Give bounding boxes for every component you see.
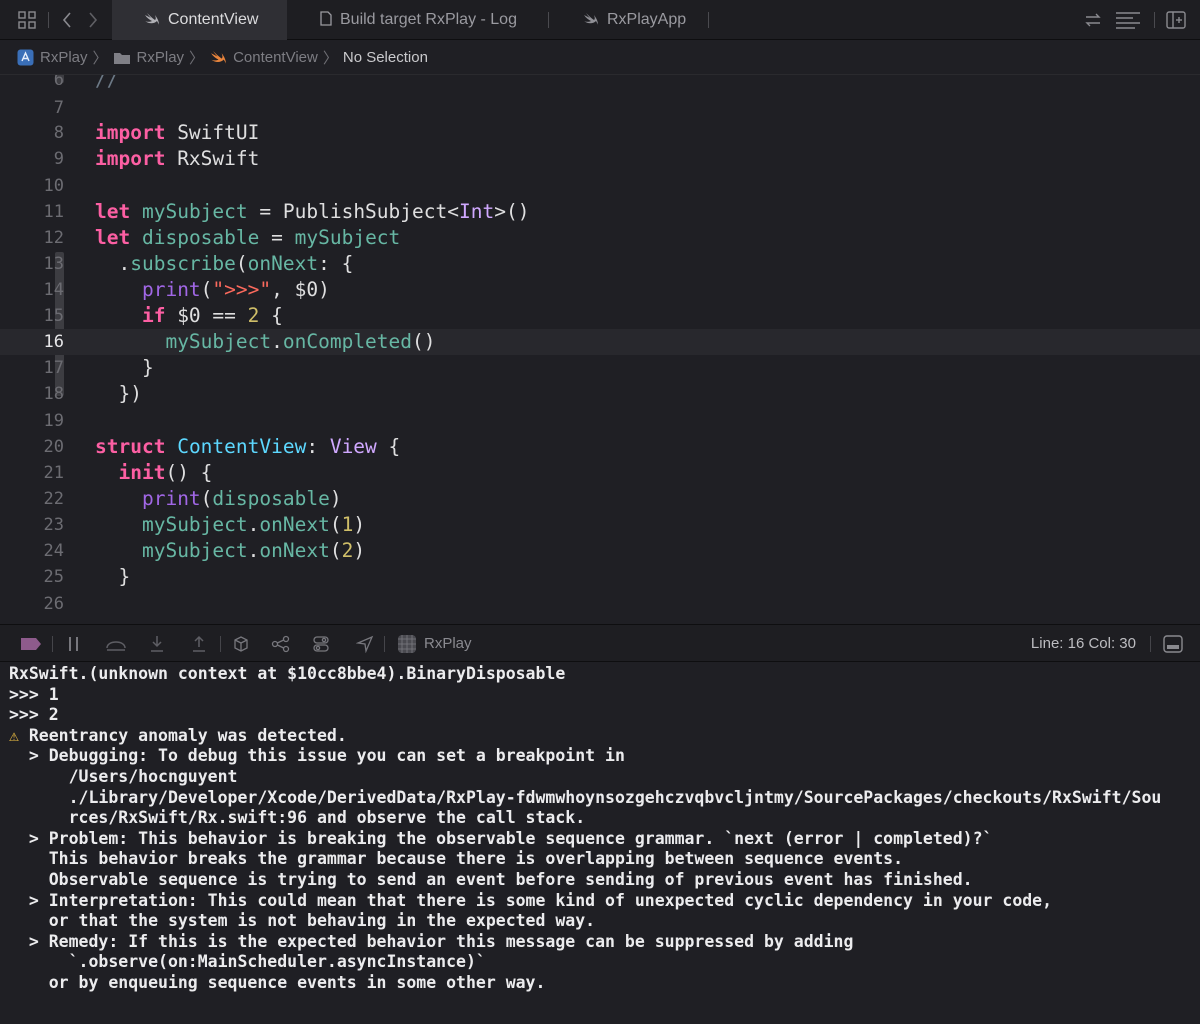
tab-label: ContentView — [168, 11, 259, 28]
step-over-icon[interactable] — [104, 634, 128, 654]
console-output[interactable]: RxSwift.(unknown context at $10cc8bbe4).… — [0, 662, 1200, 1024]
code-line: 26 — [43, 594, 64, 614]
code-line: 18 }) — [43, 382, 142, 405]
warning-icon: ⚠ — [9, 725, 19, 745]
debug-target-label: RxPlay — [424, 635, 472, 652]
divider — [48, 12, 49, 28]
add-editor-icon[interactable] — [1164, 8, 1188, 32]
grid-menu-icon[interactable] — [16, 8, 38, 32]
line-col-indicator: Line: 16 Col: 30 — [1030, 635, 1136, 652]
code-line-current: 16 mySubject.onCompleted() — [0, 329, 1200, 355]
code-editor[interactable]: 6// 7 8 import SwiftUI 9 import RxSwift 10… — [0, 75, 1200, 624]
tab-label: Build target RxPlay - Log — [340, 11, 517, 28]
tab-build-log[interactable]: Build target RxPlay - Log — [320, 0, 550, 40]
related-items-icon[interactable] — [1082, 8, 1104, 32]
swift-icon — [209, 49, 227, 67]
console-line: > Remedy: If this is the expected behavi… — [9, 931, 854, 951]
breadcrumb-file[interactable]: ContentView — [209, 49, 318, 67]
app-target-icon — [396, 634, 418, 654]
hide-debug-area-icon[interactable] — [1162, 634, 1184, 654]
breadcrumb-project[interactable]: RxPlay — [16, 49, 88, 67]
breadcrumb-chevron-icon: 〉 — [92, 50, 108, 67]
console-line: or by enqueuing sequence events in some … — [9, 972, 546, 992]
code-line: 14 print(">>>", $0) — [43, 278, 330, 301]
breadcrumb-chevron-icon: 〉 — [322, 50, 338, 67]
code-line: 21 init() { — [43, 461, 213, 484]
code-line: 15 if $0 == 2 { — [43, 304, 283, 327]
code-line: 25 } — [43, 565, 131, 588]
swift-icon — [583, 12, 599, 29]
step-into-icon[interactable] — [146, 634, 168, 654]
code-line: 8 import SwiftUI — [53, 121, 260, 144]
folder-icon — [113, 49, 131, 67]
console-line: Observable sequence is trying to send an… — [9, 869, 973, 889]
memory-graph-icon[interactable] — [270, 634, 292, 654]
tab-label: RxPlayApp — [607, 11, 687, 28]
breadcrumb-folder[interactable]: RxPlay — [113, 49, 184, 67]
code-line: 22 print(disposable) — [43, 487, 342, 510]
editor-options-icon[interactable] — [1114, 8, 1142, 32]
console-line: RxSwift.(unknown context at $10cc8bbe4).… — [9, 664, 566, 683]
simulate-location-icon[interactable] — [354, 634, 376, 654]
app-project-icon — [16, 49, 34, 67]
code-line: 13 .subscribe(onNext: { — [43, 252, 354, 275]
tab-bar: ContentView Build target RxPlay - Log Rx… — [0, 0, 1200, 40]
back-chevron-icon[interactable] — [58, 8, 76, 32]
divider — [1150, 636, 1151, 652]
console-line: `.observe(on:MainScheduler.asyncInstance… — [9, 952, 486, 972]
forward-chevron-icon[interactable] — [84, 8, 102, 32]
console-line: or that the system is not behaving in th… — [9, 911, 596, 931]
console-line: rces/RxSwift/Rx.swift:96 and observe the… — [9, 808, 586, 828]
code-line: 17 } — [43, 356, 154, 379]
divider — [708, 12, 709, 28]
breakpoints-toggle-icon[interactable] — [20, 634, 42, 654]
divider — [220, 636, 221, 652]
breadcrumb: RxPlay 〉 RxPlay 〉 ContentView 〉 No Selec… — [0, 41, 1200, 75]
console-line: > Problem: This behavior is breaking the… — [9, 828, 993, 848]
console-line: >>> 1 — [9, 684, 59, 704]
code-line: 20 struct ContentView: View { — [43, 435, 401, 458]
tab-contentview[interactable]: ContentView — [112, 0, 287, 40]
console-warning-line: ⚠ Reentrancy anomaly was detected. — [9, 725, 347, 745]
console-line: >>> 2 — [9, 705, 59, 725]
tab-rxplayapp[interactable]: RxPlayApp — [583, 0, 708, 40]
code-line: 7 — [53, 98, 64, 118]
swift-icon — [144, 12, 160, 29]
console-line: > Interpretation: This could mean that t… — [9, 890, 1053, 910]
code-line: 10 — [43, 176, 64, 196]
code-line: 19 — [43, 411, 64, 431]
breadcrumb-selection[interactable]: No Selection — [343, 49, 428, 66]
step-out-icon[interactable] — [188, 634, 210, 654]
divider — [52, 636, 53, 652]
debug-bar: RxPlay Line: 16 Col: 30 — [0, 624, 1200, 662]
view-hierarchy-icon[interactable] — [230, 634, 252, 654]
code-line: 9 import RxSwift — [53, 147, 260, 170]
code-line: 24 mySubject.onNext(2) — [43, 539, 366, 562]
pause-icon[interactable] — [64, 634, 84, 654]
code-line: 6// — [53, 75, 119, 91]
code-line: 23 mySubject.onNext(1) — [43, 513, 366, 536]
environment-overrides-icon[interactable] — [310, 634, 332, 654]
console-line: This behavior breaks the grammar because… — [9, 849, 904, 869]
document-icon — [320, 11, 332, 29]
console-line: > Debugging: To debug this issue you can… — [9, 746, 625, 766]
console-line: ./Library/Developer/Xcode/DerivedData/Rx… — [9, 787, 1162, 807]
code-line: 12 let disposable = mySubject — [43, 226, 401, 249]
divider — [384, 636, 385, 652]
breadcrumb-chevron-icon: 〉 — [189, 50, 205, 67]
code-line: 11 let mySubject = PublishSubject<Int>() — [43, 200, 530, 223]
console-line: /Users/hocnguyent — [9, 766, 238, 786]
divider — [1154, 12, 1155, 28]
divider — [548, 12, 549, 28]
